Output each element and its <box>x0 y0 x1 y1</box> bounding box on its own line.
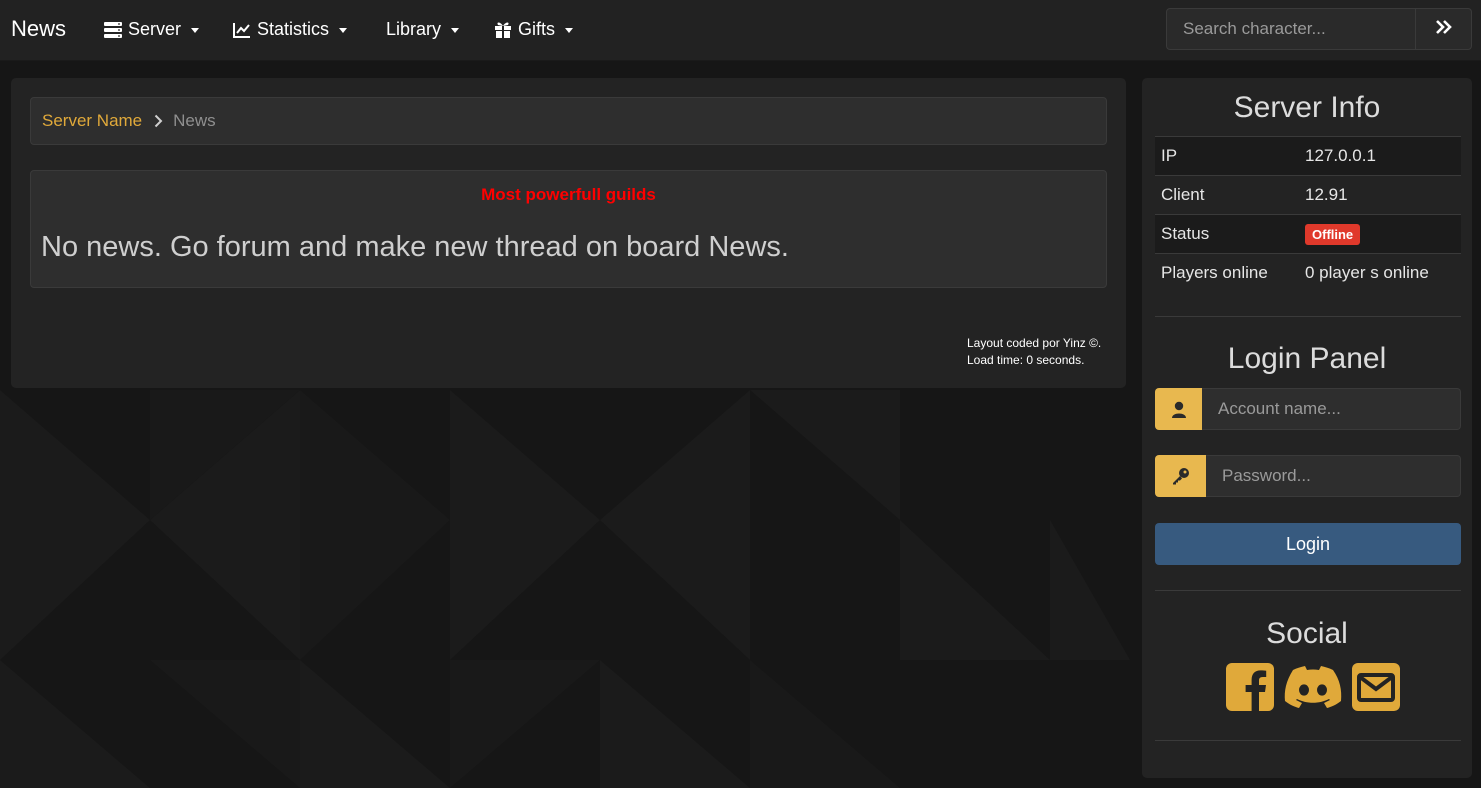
user-icon <box>1155 388 1202 430</box>
status-badge: Offline <box>1305 223 1361 245</box>
character-search <box>1166 8 1472 50</box>
top-navbar: News Server Statistics Library Gifts <box>0 0 1481 61</box>
sidebar: Server Info IP 127.0.0.1 Client 12.91 St… <box>1142 78 1472 778</box>
chart-icon <box>233 22 251 38</box>
gift-icon <box>494 21 512 38</box>
footer-load-time: Load time: 0 seconds. <box>967 353 1085 367</box>
info-value-players: 0 player s online <box>1299 253 1461 292</box>
info-key-players: Players online <box>1155 253 1299 292</box>
breadcrumb-home-link[interactable]: Server Name <box>42 111 142 131</box>
divider <box>1155 316 1461 317</box>
password-input[interactable] <box>1206 455 1461 497</box>
nav-statistics-label: Statistics <box>257 19 330 39</box>
login-panel-title: Login Panel <box>1227 342 1387 375</box>
nav-server-dropdown[interactable]: Server <box>104 19 200 40</box>
info-value-status: Offline <box>1299 214 1461 254</box>
facebook-icon[interactable] <box>1226 663 1274 716</box>
caret-down-icon <box>451 28 460 33</box>
nav-statistics-dropdown[interactable]: Statistics <box>233 19 348 40</box>
chevron-right-icon <box>154 114 163 128</box>
search-submit-button[interactable] <box>1415 9 1472 49</box>
table-row: Status Offline <box>1155 214 1461 254</box>
nav-library-dropdown[interactable]: Library <box>386 19 460 40</box>
account-name-input[interactable] <box>1202 388 1461 430</box>
server-info-title: Server Info <box>1233 91 1381 124</box>
divider <box>1155 590 1461 591</box>
nav-gifts-label: Gifts <box>518 19 556 39</box>
nav-gifts-dropdown[interactable]: Gifts <box>494 19 574 40</box>
info-key-status: Status <box>1155 214 1299 254</box>
social-title: Social <box>1266 617 1348 650</box>
caret-down-icon <box>191 28 200 33</box>
info-key-ip: IP <box>1155 136 1299 176</box>
info-value-client: 12.91 <box>1299 175 1461 215</box>
account-input-group <box>1155 388 1461 430</box>
news-box: Most powerfull guilds No news. Go forum … <box>30 170 1107 288</box>
main-content-panel: Server Name News Most powerfull guilds N… <box>11 78 1126 388</box>
server-info-table: IP 127.0.0.1 Client 12.91 Status Offline… <box>1155 136 1461 292</box>
search-character-input[interactable] <box>1167 9 1415 49</box>
envelope-icon[interactable] <box>1352 663 1400 716</box>
login-button[interactable]: Login <box>1155 523 1461 565</box>
nav-server-label: Server <box>128 19 182 39</box>
double-chevron-right-icon <box>1435 19 1453 40</box>
table-row: IP 127.0.0.1 <box>1155 136 1461 176</box>
server-icon <box>104 21 122 38</box>
caret-down-icon <box>339 28 348 33</box>
table-row: Client 12.91 <box>1155 175 1461 215</box>
divider <box>1155 740 1461 741</box>
info-key-client: Client <box>1155 175 1299 215</box>
info-value-ip: 127.0.0.1 <box>1299 136 1461 176</box>
nav-library-label: Library <box>386 19 442 39</box>
caret-down-icon <box>565 28 574 33</box>
social-links <box>1226 663 1400 716</box>
guilds-title: Most powerfull guilds <box>481 185 656 204</box>
news-message: No news. Go forum and make new thread on… <box>41 231 789 263</box>
brand-title[interactable]: News <box>11 16 66 42</box>
breadcrumb: Server Name News <box>30 97 1107 145</box>
footer-note: Layout coded por Yinz ©. Load time: 0 se… <box>967 335 1101 369</box>
password-input-group <box>1155 455 1461 497</box>
footer-credit: Layout coded por Yinz ©. <box>967 336 1102 350</box>
table-row: Players online 0 player s online <box>1155 253 1461 292</box>
discord-icon[interactable] <box>1284 663 1342 716</box>
breadcrumb-current: News <box>173 111 216 130</box>
key-icon <box>1155 455 1206 497</box>
